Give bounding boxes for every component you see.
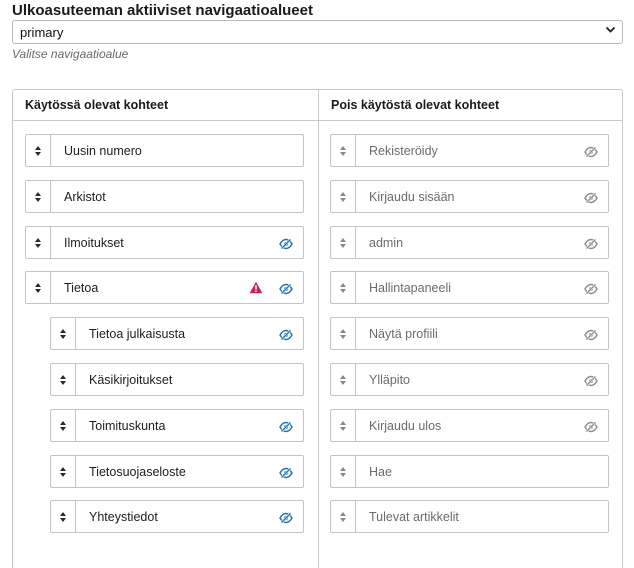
drag-handle[interactable]	[331, 181, 356, 212]
drag-handle[interactable]	[331, 501, 356, 532]
menu-item[interactable]: Rekisteröidy	[330, 134, 609, 167]
menu-item[interactable]: Käsikirjoitukset	[50, 363, 304, 396]
sort-arrows-icon	[60, 420, 66, 431]
sort-arrows-icon	[60, 466, 66, 477]
sort-arrows-icon	[340, 191, 346, 202]
drag-handle[interactable]	[51, 501, 76, 532]
nav-area-hint: Valitse navigaatioalue	[12, 47, 129, 61]
nav-area-select[interactable]: primary	[12, 20, 623, 44]
column-divider	[318, 89, 319, 568]
eye-slash-icon[interactable]	[584, 374, 598, 387]
menu-item[interactable]: Kirjaudu ulos	[330, 409, 609, 442]
sort-arrows-icon	[340, 328, 346, 339]
menu-item-label: Ilmoitukset	[64, 236, 124, 250]
menu-item-label: Rekisteröidy	[369, 144, 438, 158]
menu-item-label: Tulevat artikkelit	[369, 510, 459, 524]
sort-arrows-icon	[35, 282, 41, 293]
menu-item[interactable]: Yhteystiedot	[50, 500, 304, 533]
sort-arrows-icon	[60, 328, 66, 339]
warning-triangle-icon	[249, 281, 263, 294]
eye-slash-icon[interactable]	[584, 420, 598, 433]
header-separator-right	[319, 120, 622, 121]
drag-handle[interactable]	[331, 410, 356, 441]
eye-slash-icon[interactable]	[279, 466, 293, 479]
sort-arrows-icon	[340, 145, 346, 156]
menu-item-label: Käsikirjoitukset	[89, 373, 173, 387]
sort-arrows-icon	[60, 511, 66, 522]
drag-handle[interactable]	[26, 135, 51, 166]
drag-handle[interactable]	[331, 135, 356, 166]
drag-handle[interactable]	[26, 272, 51, 303]
menu-item[interactable]: Hallintapaneeli	[330, 271, 609, 304]
eye-slash-icon[interactable]	[584, 328, 598, 341]
eye-slash-icon[interactable]	[279, 328, 293, 341]
drag-handle[interactable]	[331, 318, 356, 349]
menu-item[interactable]: Kirjaudu sisään	[330, 180, 609, 213]
disabled-items-header: Pois käytöstä olevat kohteet	[331, 98, 500, 112]
menu-item[interactable]: Uusin numero	[25, 134, 304, 167]
menu-item-label: Hallintapaneeli	[369, 281, 452, 295]
menu-item-label: Tietosuojaseloste	[89, 465, 186, 479]
eye-slash-icon[interactable]	[584, 282, 598, 295]
eye-slash-icon[interactable]	[584, 145, 598, 158]
menu-item-label: Tietoa julkaisusta	[89, 327, 186, 341]
sort-arrows-icon	[340, 511, 346, 522]
sort-arrows-icon	[60, 374, 66, 385]
drag-handle[interactable]	[51, 364, 76, 395]
menu-item-label: Tietoa	[64, 281, 99, 295]
sort-arrows-icon	[340, 237, 346, 248]
menu-item-label: Ylläpito	[369, 373, 410, 387]
menu-item[interactable]: Ilmoitukset	[25, 226, 304, 259]
eye-slash-icon[interactable]	[584, 237, 598, 250]
sort-arrows-icon	[340, 374, 346, 385]
drag-handle[interactable]	[51, 410, 76, 441]
menu-item[interactable]: Ylläpito	[330, 363, 609, 396]
eye-slash-icon[interactable]	[279, 237, 293, 250]
header-separator-left	[13, 120, 318, 121]
menu-item[interactable]: Toimituskunta	[50, 409, 304, 442]
sort-arrows-icon	[35, 145, 41, 156]
menu-item-label: Uusin numero	[64, 144, 142, 158]
eye-slash-icon[interactable]	[279, 420, 293, 433]
drag-handle[interactable]	[331, 272, 356, 303]
eye-slash-icon[interactable]	[584, 191, 598, 204]
menu-item[interactable]: Näytä profiili	[330, 317, 609, 350]
nav-area-title: Ulkoasuteeman aktiiviset navigaatioaluee…	[12, 2, 313, 19]
menu-item-label: Kirjaudu sisään	[369, 190, 455, 204]
sort-arrows-icon	[340, 420, 346, 431]
menu-item-label: admin	[369, 236, 404, 250]
menu-item-label: Hae	[369, 465, 392, 479]
menu-item[interactable]: Arkistot	[25, 180, 304, 213]
drag-handle[interactable]	[331, 364, 356, 395]
drag-handle[interactable]	[331, 227, 356, 258]
eye-slash-icon[interactable]	[279, 511, 293, 524]
menu-item-label: Kirjaudu ulos	[369, 419, 442, 433]
menu-item[interactable]: Tietoa julkaisusta	[50, 317, 304, 350]
sort-arrows-icon	[340, 282, 346, 293]
menu-item-label: Näytä profiili	[369, 327, 438, 341]
menu-item[interactable]: Hae	[330, 455, 609, 488]
sort-arrows-icon	[35, 191, 41, 202]
enabled-items-header: Käytössä olevat kohteet	[25, 98, 169, 112]
menu-item[interactable]: Tulevat artikkelit	[330, 500, 609, 533]
menu-item-label: Yhteystiedot	[89, 510, 158, 524]
nav-area-select-value: primary	[20, 25, 64, 40]
sort-arrows-icon	[340, 466, 346, 477]
menu-item[interactable]: Tietosuojaseloste	[50, 455, 304, 488]
drag-handle[interactable]	[26, 181, 51, 212]
eye-slash-icon[interactable]	[279, 282, 293, 295]
drag-handle[interactable]	[51, 318, 76, 349]
sort-arrows-icon	[35, 237, 41, 248]
drag-handle[interactable]	[331, 456, 356, 487]
menu-item-label: Toimituskunta	[89, 419, 166, 433]
menu-item[interactable]: Tietoa	[25, 271, 304, 304]
menu-item[interactable]: admin	[330, 226, 609, 259]
chevron-down-icon	[605, 24, 616, 38]
drag-handle[interactable]	[26, 227, 51, 258]
menu-item-label: Arkistot	[64, 190, 106, 204]
drag-handle[interactable]	[51, 456, 76, 487]
